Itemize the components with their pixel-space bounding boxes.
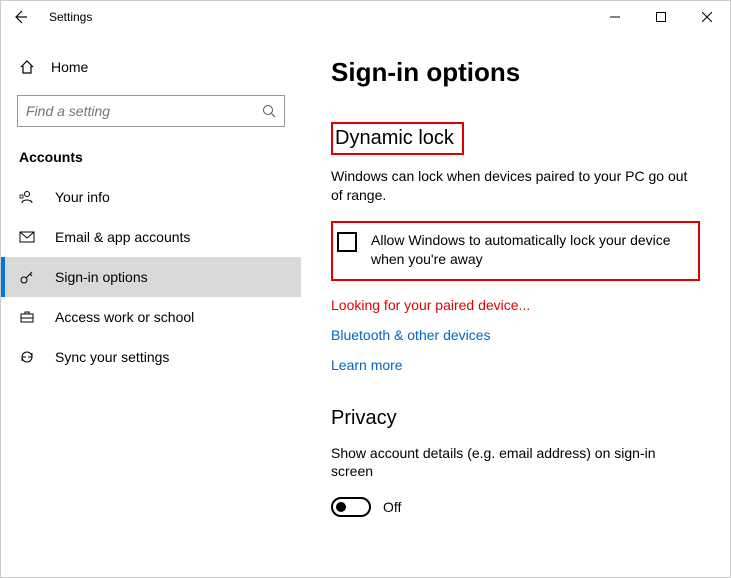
page-title: Sign-in options	[331, 57, 700, 88]
sidebar-item-label: Your info	[55, 189, 110, 205]
close-button[interactable]	[684, 1, 730, 33]
search-input[interactable]	[26, 103, 262, 119]
sidebar-item-signin[interactable]: Sign-in options	[1, 257, 301, 297]
content-area: Sign-in options Dynamic lock Windows can…	[301, 33, 730, 577]
highlight-dynamic-lock-heading: Dynamic lock	[331, 122, 464, 155]
settings-window: Settings Home A	[0, 0, 731, 578]
dynamic-lock-description: Windows can lock when devices paired to …	[331, 167, 700, 205]
sidebar: Home Accounts Your info	[1, 33, 301, 577]
briefcase-icon	[19, 309, 35, 325]
section-heading-privacy: Privacy	[331, 407, 700, 430]
section-heading-dynamic-lock: Dynamic lock	[335, 127, 454, 150]
home-nav[interactable]: Home	[1, 53, 301, 81]
search-icon	[262, 104, 276, 118]
home-icon	[19, 59, 35, 75]
back-button[interactable]	[9, 6, 31, 28]
sidebar-item-sync[interactable]: Sync your settings	[1, 337, 301, 377]
email-icon	[19, 229, 35, 245]
sidebar-item-label: Email & app accounts	[55, 229, 190, 245]
key-icon	[19, 269, 35, 285]
sidebar-item-label: Sync your settings	[55, 349, 169, 365]
category-label: Accounts	[1, 141, 301, 177]
sync-icon	[19, 349, 35, 365]
learn-more-link[interactable]: Learn more	[331, 357, 700, 373]
sidebar-item-email[interactable]: Email & app accounts	[1, 217, 301, 257]
dynamic-lock-checkbox-label: Allow Windows to automatically lock your…	[371, 231, 694, 269]
home-label: Home	[51, 59, 88, 75]
sidebar-item-work[interactable]: Access work or school	[1, 297, 301, 337]
window-title: Settings	[49, 10, 92, 24]
sidebar-item-label: Access work or school	[55, 309, 194, 325]
maximize-button[interactable]	[638, 1, 684, 33]
privacy-description: Show account details (e.g. email address…	[331, 444, 700, 482]
sidebar-item-label: Sign-in options	[55, 269, 148, 285]
titlebar: Settings	[1, 1, 730, 33]
privacy-toggle-state: Off	[383, 499, 401, 515]
looking-for-device-status: Looking for your paired device...	[331, 297, 700, 313]
person-icon	[19, 189, 35, 205]
highlight-dynamic-lock-checkbox: Allow Windows to automatically lock your…	[331, 221, 700, 281]
minimize-button[interactable]	[592, 1, 638, 33]
bluetooth-devices-link[interactable]: Bluetooth & other devices	[331, 327, 700, 343]
privacy-toggle[interactable]	[331, 497, 371, 517]
search-box[interactable]	[17, 95, 285, 127]
sidebar-item-your-info[interactable]: Your info	[1, 177, 301, 217]
dynamic-lock-checkbox[interactable]	[337, 232, 357, 252]
